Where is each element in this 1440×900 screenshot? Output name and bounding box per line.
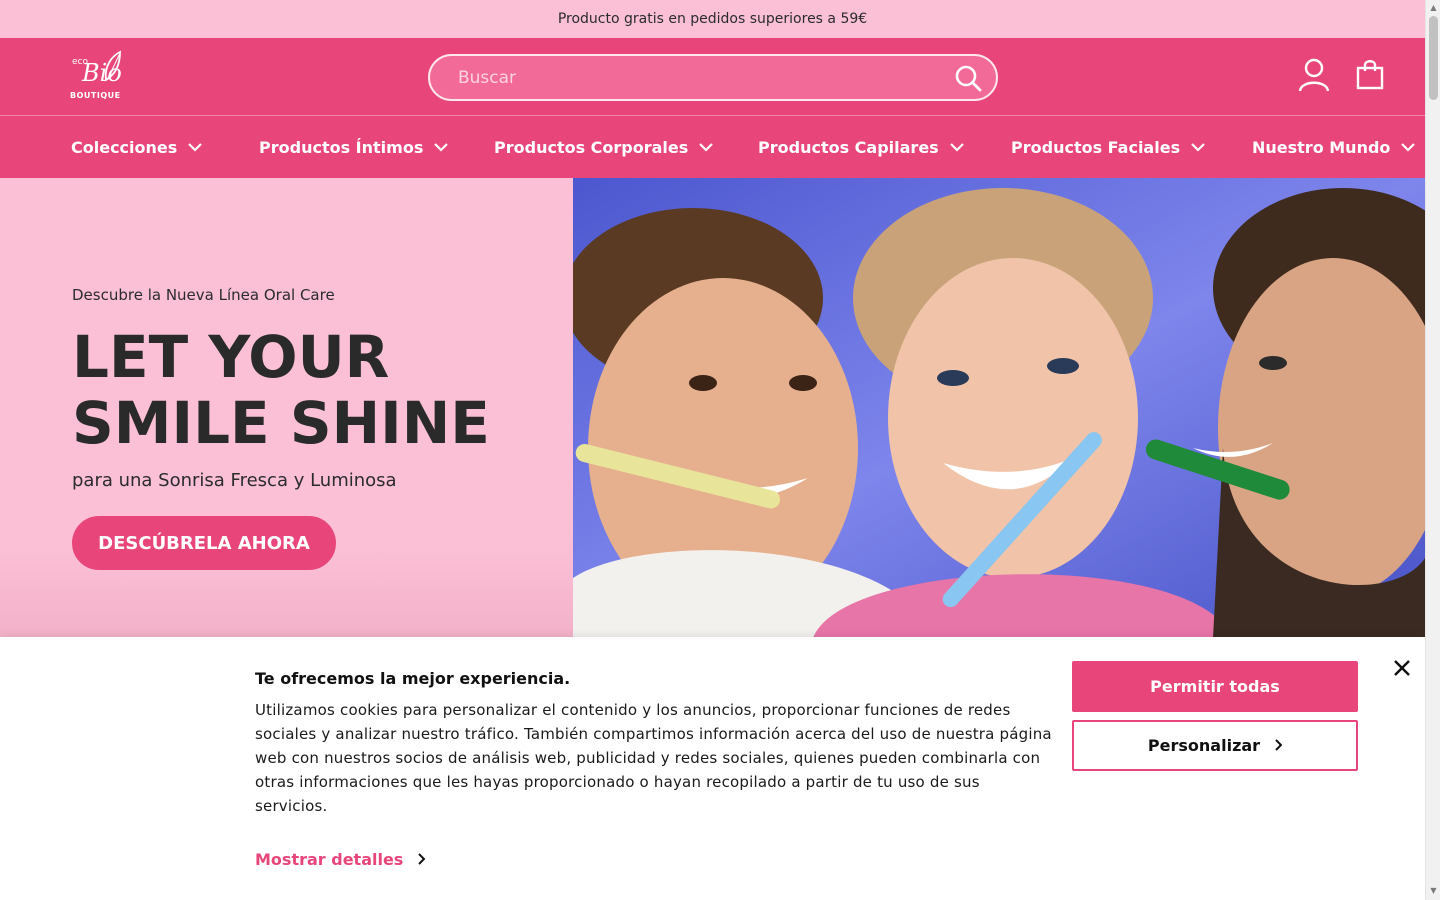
- show-details-label: Mostrar detalles: [255, 850, 404, 869]
- page: Producto gratis en pedidos superiores a …: [0, 0, 1425, 900]
- chevron-down-icon: [1400, 142, 1416, 152]
- logo[interactable]: eco Bio BOUTIQUE: [70, 50, 122, 100]
- nav-item-label: Nuestro Mundo: [1252, 137, 1391, 157]
- scrollbar-thumb[interactable]: [1429, 16, 1438, 100]
- search-bar: [428, 54, 998, 101]
- chevron-down-icon: [1190, 142, 1206, 152]
- main-nav: Colecciones Productos Íntimos Productos …: [0, 115, 1425, 178]
- hero-text-panel: Descubre la Nueva Línea Oral Care LET YO…: [0, 178, 573, 638]
- hero-title-line-2: SMILE SHINE: [72, 389, 490, 457]
- nav-item-productos-faciales[interactable]: Productos Faciales: [1011, 116, 1206, 178]
- logo-script-mark: Bio: [81, 59, 122, 87]
- hero-title-line-1: LET YOUR: [72, 323, 390, 391]
- chevron-down-icon: [698, 142, 714, 152]
- nav-item-productos-capilares[interactable]: Productos Capilares: [758, 116, 965, 178]
- customize-label: Personalizar: [1147, 736, 1261, 755]
- nav-item-colecciones[interactable]: Colecciones: [71, 116, 203, 178]
- nav-item-label: Productos Íntimos: [259, 137, 424, 157]
- search-icon[interactable]: [954, 64, 982, 92]
- chevron-down-icon: [187, 142, 203, 152]
- hero-banner: Descubre la Nueva Línea Oral Care LET YO…: [0, 178, 1425, 638]
- nav-item-productos-intimos[interactable]: Productos Íntimos: [259, 116, 449, 178]
- close-icon[interactable]: [1392, 658, 1412, 678]
- chevron-down-icon: [949, 142, 965, 152]
- leaf-logo-icon: eco Bio: [72, 50, 122, 87]
- chevron-right-icon: [1274, 736, 1283, 755]
- cookie-banner: Te ofrecemos la mejor experiencia. Utili…: [0, 637, 1425, 900]
- hero-subtitle: para una Sonrisa Fresca y Luminosa: [72, 470, 397, 491]
- cookie-title: Te ofrecemos la mejor experiencia.: [255, 669, 571, 688]
- scroll-up-arrow-icon[interactable]: ▲: [1429, 3, 1438, 12]
- user-icon[interactable]: [1298, 58, 1330, 96]
- nav-item-label: Colecciones: [71, 137, 178, 157]
- hero-photo-illustration: [573, 178, 1425, 638]
- search-input[interactable]: [458, 67, 954, 88]
- nav-item-nuestro-mundo[interactable]: Nuestro Mundo: [1252, 116, 1416, 178]
- page-scrollbar[interactable]: ▲ ▼: [1425, 0, 1440, 900]
- cookie-body: Utilizamos cookies para personalizar el …: [255, 701, 1052, 815]
- customize-button[interactable]: Personalizar: [1072, 720, 1358, 771]
- nav-item-label: Productos Corporales: [494, 137, 689, 157]
- chevron-down-icon: [433, 142, 449, 152]
- allow-all-button[interactable]: Permitir todas: [1072, 661, 1358, 712]
- site-header: eco Bio BOUTIQUE: [0, 38, 1425, 115]
- nav-item-productos-corporales[interactable]: Productos Corporales: [494, 116, 714, 178]
- announcement-bar: Producto gratis en pedidos superiores a …: [0, 0, 1425, 38]
- hero-title: LET YOUR SMILE SHINE: [72, 324, 492, 456]
- nav-item-label: Productos Capilares: [758, 137, 939, 157]
- scroll-down-arrow-icon[interactable]: ▼: [1429, 886, 1438, 895]
- hero-cta-button[interactable]: DESCÚBRELA AHORA: [72, 516, 336, 570]
- hero-photo: [573, 178, 1425, 638]
- chevron-right-icon: [417, 850, 426, 869]
- hero-kicker: Descubre la Nueva Línea Oral Care: [72, 286, 335, 304]
- logo-text: BOUTIQUE: [70, 91, 121, 100]
- shopping-bag-icon[interactable]: [1356, 58, 1384, 94]
- announcement-text: Producto gratis en pedidos superiores a …: [557, 11, 868, 27]
- show-details-link[interactable]: Mostrar detalles: [255, 850, 426, 869]
- nav-item-label: Productos Faciales: [1011, 137, 1181, 157]
